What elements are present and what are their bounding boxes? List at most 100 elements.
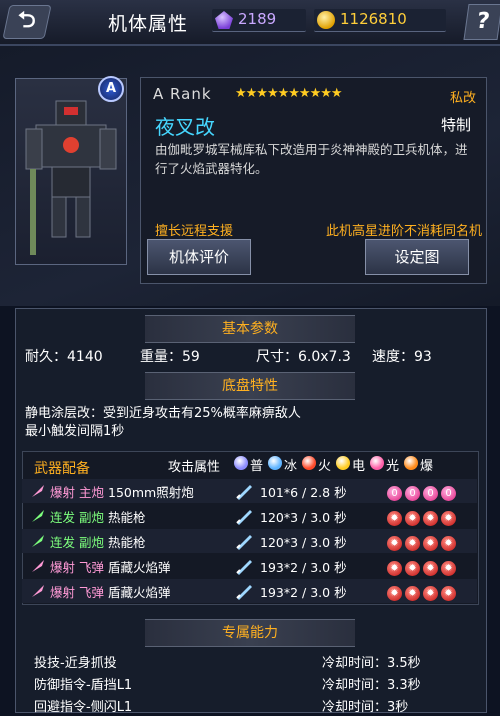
weapon-type-icon	[30, 583, 46, 599]
chassis-traits-header: 底盘特性	[145, 372, 355, 400]
weapon-gun-icon	[234, 531, 254, 551]
mech-image	[25, 100, 117, 255]
ability-name: 回避指令-侧闪L1	[34, 700, 133, 715]
stat-durability: 耐久：4140	[25, 349, 103, 365]
weapon-row[interactable]: 爆射 主炮 150mm照射炮 101*6 / 2.8 秒0000	[22, 479, 477, 503]
rank-a-badge: A	[98, 76, 124, 102]
weapon-type-icon	[30, 558, 46, 574]
gem-counter[interactable]: 2189	[212, 9, 306, 32]
weapon-element-slots: ✹ ✹ ✹ ✹	[387, 531, 459, 551]
weapon-type-icon	[30, 483, 46, 499]
weapon-element-slots: ✹ ✹ ✹ ✹	[387, 581, 459, 601]
mech-name: 夜叉改	[155, 115, 215, 139]
element-slot-icon: ✹	[441, 561, 456, 576]
element-slot-icon: ✹	[387, 561, 402, 576]
weapon-row[interactable]: 爆射 飞弹 盾藏火焰弹 193*2 / 3.0 秒 ✹ ✹ ✹ ✹	[22, 554, 477, 578]
weapon-row[interactable]: 爆射 飞弹 盾藏火焰弹 193*2 / 3.0 秒 ✹ ✹ ✹ ✹	[22, 579, 477, 603]
weapon-damage: 120*3 / 3.0 秒	[260, 535, 347, 550]
ability-row[interactable]: 回避指令-侧闪L1 冷却时间：3秒	[22, 694, 477, 716]
fire-element-icon	[302, 456, 316, 470]
weapon-slot-type: 爆射 飞弹	[50, 560, 104, 575]
gold-counter[interactable]: 1126810	[314, 9, 446, 32]
weapon-slot-type: 连发 副炮	[50, 510, 104, 525]
weapon-type-icon	[30, 508, 46, 524]
weapon-slot-type: 连发 副炮	[50, 535, 104, 550]
light-element-label: 光	[386, 459, 400, 474]
weapon-name: 盾藏火焰弹	[108, 560, 171, 575]
light-element-icon	[370, 456, 384, 470]
weapon-name: 盾藏火焰弹	[108, 585, 171, 600]
element-slot-icon: ✹	[405, 586, 420, 601]
element-slot-icon: ✹	[405, 536, 420, 551]
weapon-gun-icon	[234, 556, 254, 576]
weapon-gun-icon	[234, 506, 254, 526]
element-slot-icon: ✹	[423, 511, 438, 526]
chassis-line-2: 最小触发间隔1秒	[25, 424, 125, 439]
ability-cooldown: 冷却时间：3.3秒	[322, 678, 421, 693]
ice-element-icon	[268, 456, 282, 470]
stat-speed: 速度：93	[372, 349, 432, 365]
electric-element-label: 电	[352, 459, 366, 474]
attack-attribute-label: 攻击属性	[168, 460, 221, 475]
weapon-slot-type: 爆射 飞弹	[50, 585, 104, 600]
ability-row[interactable]: 投技-近身抓投 冷却时间：3.5秒	[22, 650, 477, 672]
page-title: 机体属性	[108, 13, 189, 35]
element-slot-icon: ✹	[441, 536, 456, 551]
ability-name: 防御指令-盾挡L1	[34, 678, 133, 693]
gold-amount: 1126810	[340, 10, 407, 28]
trait-ranged-support: 擅长远程支援	[155, 224, 234, 239]
weapon-gun-icon	[234, 481, 254, 501]
star-rating: ★★★★★★★★★★	[235, 86, 343, 101]
weapon-damage: 101*6 / 2.8 秒	[260, 485, 347, 500]
trait-advance-note: 此机高星进阶不消耗同名机	[326, 224, 483, 239]
element-slot-icon: ✹	[423, 536, 438, 551]
weapon-row[interactable]: 连发 副炮 热能枪 120*3 / 3.0 秒 ✹ ✹ ✹ ✹	[22, 529, 477, 553]
weapon-element-slots: ✹ ✹ ✹ ✹	[387, 556, 459, 576]
chassis-line-1: 静电涂层改：受到近身攻击有25%概率麻痹敌人	[25, 406, 301, 421]
weapon-name: 热能枪	[108, 535, 146, 550]
help-button[interactable]: ?	[463, 4, 500, 40]
concept-art-button[interactable]: 设定图	[365, 239, 469, 275]
weapon-name: 热能枪	[108, 510, 146, 525]
explosive-element-icon	[404, 456, 418, 470]
basic-params-header: 基本参数	[145, 315, 355, 343]
mech-description: 由伽毗罗城军械库私下改造用于炎神神殿的卫兵机体，进行了火焰武器特化。	[155, 142, 468, 176]
weapon-row[interactable]: 连发 副炮 热能枪 120*3 / 3.0 秒 ✹ ✹ ✹ ✹	[22, 504, 477, 528]
back-arrow-icon: ⮌	[18, 8, 36, 33]
gold-coin-icon	[317, 11, 335, 29]
element-slot-icon: ✹	[441, 511, 456, 526]
gem-amount: 2189	[238, 10, 277, 28]
element-slot-icon: 0	[387, 486, 402, 501]
exclusive-abilities-header: 专属能力	[145, 619, 355, 647]
normal-element-icon	[234, 456, 248, 470]
weapon-damage: 193*2 / 3.0 秒	[260, 560, 347, 575]
stat-weight: 重量：59	[140, 349, 200, 365]
element-slot-icon: 0	[441, 486, 456, 501]
ability-cooldown: 冷却时间：3.5秒	[322, 656, 421, 671]
normal-element-label: 普	[250, 459, 264, 474]
element-slot-icon: ✹	[423, 586, 438, 601]
weapon-damage: 193*2 / 3.0 秒	[260, 585, 347, 600]
fire-element-label: 火	[318, 459, 332, 474]
element-slot-icon: ✹	[405, 561, 420, 576]
back-button[interactable]: ⮌	[2, 5, 52, 39]
explosive-element-label: 爆	[420, 459, 434, 474]
stat-size: 尺寸：6.0x7.3	[256, 349, 351, 365]
element-slot-icon: ✹	[387, 511, 402, 526]
weapon-element-slots: ✹ ✹ ✹ ✹	[387, 506, 459, 526]
gem-icon	[215, 11, 233, 29]
weapons-header: 武器配备	[34, 461, 90, 477]
rank-label: A Rank	[153, 85, 212, 103]
weapon-damage: 120*3 / 3.0 秒	[260, 510, 347, 525]
mech-portrait[interactable]	[15, 78, 127, 265]
element-slot-icon: ✹	[387, 586, 402, 601]
private-mod-tag: 私改	[450, 91, 477, 106]
element-slot-icon: ✹	[423, 561, 438, 576]
ability-row[interactable]: 防御指令-盾挡L1 冷却时间：3.3秒	[22, 672, 477, 694]
weapon-name: 150mm照射炮	[108, 485, 194, 500]
weapon-gun-icon	[234, 581, 254, 601]
mech-review-button[interactable]: 机体评价	[147, 239, 251, 275]
weapon-type-icon	[30, 533, 46, 549]
ability-cooldown: 冷却时间：3秒	[322, 700, 409, 715]
element-slot-icon: ✹	[441, 586, 456, 601]
